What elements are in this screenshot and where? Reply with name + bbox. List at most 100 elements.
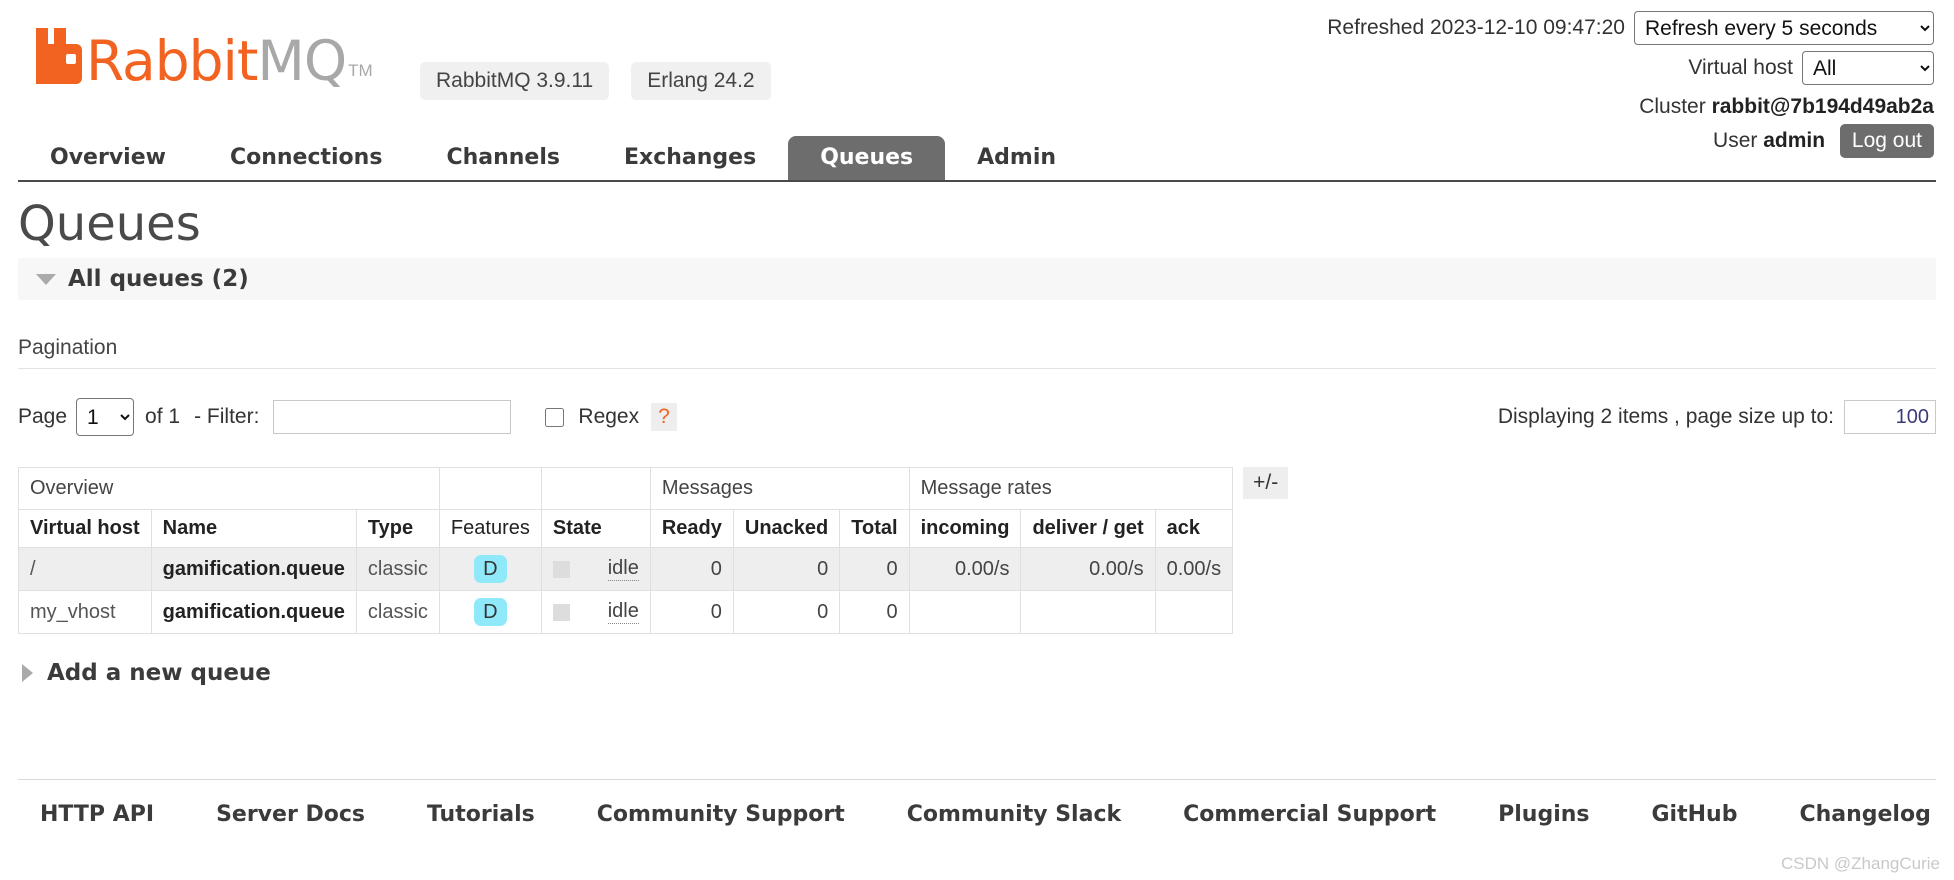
- refresh-row: Refreshed 2023-12-10 09:47:20 Refresh ev…: [1327, 10, 1934, 46]
- filter-row: Page 1 of 1 - Filter: Regex ? Displaying…: [18, 395, 1936, 439]
- cluster-row: Cluster rabbit@7b194d49ab2a: [1327, 90, 1934, 124]
- col-features: Features: [438, 509, 542, 548]
- footer-link-community-slack[interactable]: Community Slack: [907, 802, 1121, 827]
- add-new-queue-section[interactable]: Add a new queue: [18, 660, 271, 686]
- state-text: idle: [607, 600, 639, 624]
- logo-wordmark: RabbitMQ: [86, 34, 347, 89]
- feature-durable-badge: D: [474, 598, 507, 626]
- regex-label: Regex: [578, 405, 640, 428]
- version-badges: RabbitMQ 3.9.11 Erlang 24.2: [420, 62, 771, 100]
- cell-incoming: 0.00/s: [908, 547, 1022, 591]
- cluster-label: Cluster: [1639, 95, 1706, 118]
- cell-features: D: [438, 547, 542, 591]
- col-deliver-get[interactable]: deliver / get: [1020, 509, 1156, 548]
- badge-erlang-version: Erlang 24.2: [631, 62, 771, 100]
- queues-table-wrapper: Overview Messages Message rates Virtual …: [18, 467, 1936, 634]
- chevron-right-icon: [22, 664, 33, 682]
- header-right-controls: Refreshed 2023-12-10 09:47:20 Refresh ev…: [1327, 10, 1934, 159]
- vhost-row: Virtual host All: [1327, 50, 1934, 86]
- add-new-queue-label: Add a new queue: [47, 660, 271, 686]
- cell-unacked: 0: [732, 547, 841, 591]
- table-column-header-row: Virtual host Name Type Features State Re…: [18, 509, 1234, 548]
- group-header-overview-features-pad: [438, 467, 542, 510]
- col-ready[interactable]: Ready: [649, 509, 734, 548]
- cell-virtual-host: /: [18, 547, 152, 591]
- footer-links: HTTP API Server Docs Tutorials Community…: [18, 802, 1936, 827]
- col-name[interactable]: Name: [150, 509, 357, 548]
- group-header-overview-state-pad: [540, 467, 651, 510]
- vhost-label: Virtual host: [1688, 56, 1793, 79]
- cell-total: 0: [839, 590, 910, 634]
- footer-link-changelog[interactable]: Changelog: [1799, 802, 1930, 827]
- col-state[interactable]: State: [540, 509, 651, 548]
- group-header-overview: Overview: [18, 467, 440, 510]
- tab-overview[interactable]: Overview: [18, 136, 198, 180]
- col-ack[interactable]: ack: [1154, 509, 1234, 548]
- state-text: idle: [607, 557, 639, 581]
- cell-ack: [1154, 590, 1234, 634]
- regex-checkbox[interactable]: [545, 407, 565, 427]
- footer-link-http-api[interactable]: HTTP API: [40, 802, 154, 827]
- displaying-items-label: Displaying 2 items , page size up to:: [1497, 405, 1834, 428]
- refreshed-timestamp: Refreshed 2023-12-10 09:47:20: [1327, 16, 1625, 39]
- footer-link-plugins[interactable]: Plugins: [1498, 802, 1589, 827]
- regex-group: Regex ?: [545, 403, 677, 431]
- group-header-messages: Messages: [649, 467, 910, 510]
- cell-type: classic: [355, 590, 440, 634]
- page-title: Queues: [18, 196, 201, 252]
- cell-queue-name[interactable]: gamification.queue: [150, 590, 357, 634]
- cell-total: 0: [839, 547, 910, 591]
- page-footer: HTTP API Server Docs Tutorials Community…: [18, 779, 1936, 827]
- watermark: CSDN @ZhangCurie: [1781, 854, 1940, 873]
- cell-ready: 0: [649, 547, 734, 591]
- main-navigation: Overview Connections Channels Exchanges …: [18, 136, 1936, 182]
- all-queues-section-header[interactable]: All queues (2): [18, 258, 1936, 300]
- cell-features: D: [438, 590, 542, 634]
- col-incoming[interactable]: incoming: [908, 509, 1022, 548]
- cell-unacked: 0: [732, 590, 841, 634]
- footer-link-commercial-support[interactable]: Commercial Support: [1183, 802, 1436, 827]
- footer-link-tutorials[interactable]: Tutorials: [427, 802, 535, 827]
- cluster-name: rabbit@7b194d49ab2a: [1711, 95, 1934, 118]
- main-content: Queues All queues (2) Pagination Page 1 …: [18, 190, 1936, 686]
- rabbitmq-logo[interactable]: RabbitMQ TM: [36, 28, 373, 89]
- group-header-message-rates: Message rates: [908, 467, 1234, 510]
- badge-rabbitmq-version: RabbitMQ 3.9.11: [420, 62, 610, 100]
- col-type[interactable]: Type: [355, 509, 440, 548]
- rabbit-logo-icon: [36, 28, 82, 84]
- page-size-input[interactable]: [1844, 400, 1936, 434]
- logo-rabbit-text: Rabbit: [86, 29, 258, 93]
- filter-input[interactable]: [273, 400, 512, 434]
- tab-connections[interactable]: Connections: [198, 136, 414, 180]
- cell-ack: 0.00/s: [1154, 547, 1234, 591]
- cell-queue-name[interactable]: gamification.queue: [150, 547, 357, 591]
- col-unacked[interactable]: Unacked: [732, 509, 841, 548]
- col-virtual-host[interactable]: Virtual host: [18, 509, 152, 548]
- table-row[interactable]: / gamification.queue classic D idle 0 0 …: [18, 547, 1234, 591]
- tab-queues[interactable]: Queues: [788, 136, 946, 180]
- footer-link-server-docs[interactable]: Server Docs: [216, 802, 365, 827]
- footer-link-github[interactable]: GitHub: [1652, 802, 1738, 827]
- regex-help-icon[interactable]: ?: [651, 403, 677, 431]
- refresh-interval-select[interactable]: Refresh every 5 seconds: [1634, 11, 1934, 45]
- vhost-select[interactable]: All: [1802, 51, 1934, 85]
- table-group-header-row: Overview Messages Message rates: [18, 467, 1234, 510]
- tab-channels[interactable]: Channels: [414, 136, 592, 180]
- cell-state: idle: [540, 590, 651, 634]
- col-total[interactable]: Total: [839, 509, 910, 548]
- cell-deliver-get: 0.00/s: [1020, 547, 1156, 591]
- tab-exchanges[interactable]: Exchanges: [592, 136, 788, 180]
- cell-deliver-get: [1020, 590, 1156, 634]
- chevron-down-icon: [36, 273, 56, 285]
- logo-mq-text: MQ: [257, 29, 347, 93]
- state-indicator-icon: [552, 603, 570, 621]
- toggle-columns-button[interactable]: +/-: [1243, 467, 1289, 499]
- cell-state: idle: [540, 547, 651, 591]
- logo-tm-text: TM: [348, 61, 373, 80]
- tab-admin[interactable]: Admin: [945, 136, 1088, 180]
- cell-ready: 0: [649, 590, 734, 634]
- page-select[interactable]: 1: [76, 398, 135, 436]
- table-row[interactable]: my_vhost gamification.queue classic D id…: [18, 590, 1234, 634]
- feature-durable-badge: D: [474, 555, 507, 583]
- footer-link-community-support[interactable]: Community Support: [597, 802, 845, 827]
